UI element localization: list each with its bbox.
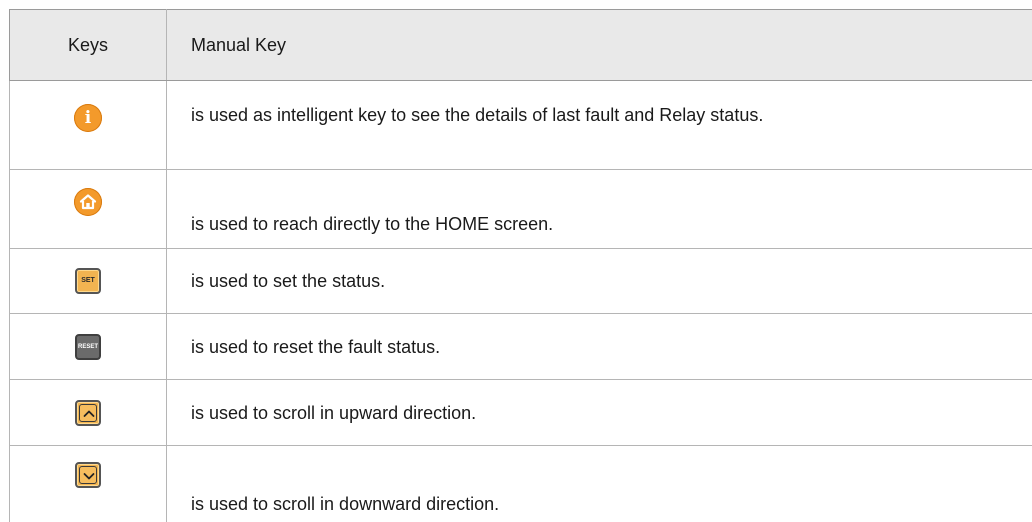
- info-glyph: i: [74, 104, 102, 132]
- reset-key-icon: RESET: [75, 334, 101, 360]
- key-description: is used as intelligent key to see the de…: [167, 81, 1032, 170]
- table-row: is used to scroll in downward direction.: [10, 446, 1032, 522]
- home-glyph: [74, 188, 102, 216]
- key-description: is used to reset the fault status.: [167, 314, 1032, 380]
- key-cell: [10, 380, 167, 446]
- reset-key-label: RESET: [77, 336, 99, 358]
- table-row: is used to scroll in upward direction.: [10, 380, 1032, 446]
- table-row: SET is used to set the status.: [10, 249, 1032, 314]
- info-icon: i: [74, 104, 102, 132]
- chevron-down-glyph: [80, 467, 98, 485]
- manual-keys-table: Keys Manual Key i is used as intelligent…: [9, 9, 1032, 522]
- home-icon: [74, 188, 102, 216]
- table-row: is used to reach directly to the HOME sc…: [10, 170, 1032, 249]
- key-description: is used to scroll in downward direction.: [167, 446, 1032, 522]
- set-key-icon: SET: [75, 268, 101, 294]
- key-description: is used to scroll in upward direction.: [167, 380, 1032, 446]
- key-cell: [10, 446, 167, 522]
- table-row: i is used as intelligent key to see the …: [10, 81, 1032, 170]
- table-row: RESET is used to reset the fault status.: [10, 314, 1032, 380]
- chevron-up-frame: [79, 404, 97, 422]
- table-header-row: Keys Manual Key: [10, 10, 1032, 81]
- chevron-down-frame: [79, 466, 97, 484]
- chevron-down-icon: [75, 462, 101, 488]
- header-manual-key: Manual Key: [167, 10, 1032, 81]
- key-description: is used to reach directly to the HOME sc…: [167, 170, 1032, 249]
- key-cell: [10, 170, 167, 249]
- key-description: is used to set the status.: [167, 249, 1032, 314]
- set-key-label: SET: [77, 270, 99, 292]
- chevron-up-icon: [75, 400, 101, 426]
- key-cell: RESET: [10, 314, 167, 380]
- key-cell: SET: [10, 249, 167, 314]
- header-keys: Keys: [10, 10, 167, 81]
- key-cell: i: [10, 81, 167, 170]
- chevron-up-glyph: [80, 405, 98, 423]
